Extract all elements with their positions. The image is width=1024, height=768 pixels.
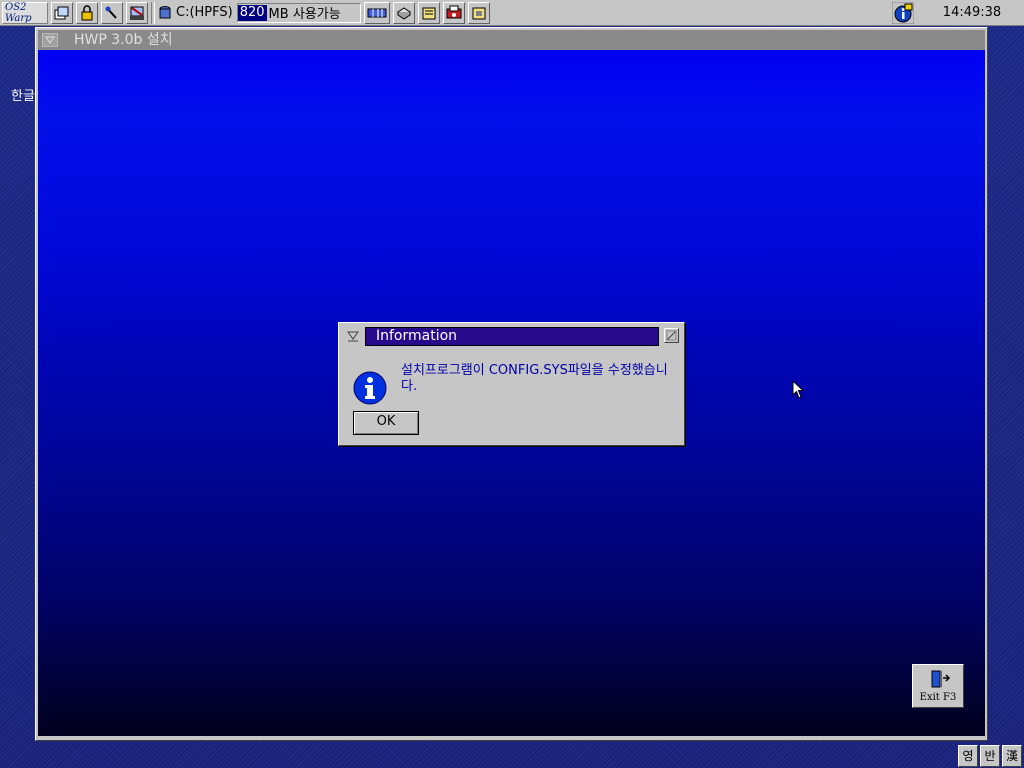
find-icon[interactable] (101, 1, 123, 24)
dialog-close-button[interactable] (664, 328, 679, 343)
window-list-icon[interactable] (51, 1, 73, 24)
ime-mode-halfwidth[interactable]: 반 (980, 745, 1000, 767)
exit-door-icon (931, 670, 951, 688)
info-icon (353, 371, 387, 405)
installer-title: HWP 3.0b 설치 (74, 32, 173, 48)
ime-mode-hanja[interactable]: 漢 (1002, 745, 1022, 767)
exit-button[interactable]: Exit F3 (912, 664, 964, 708)
launchpad-bar: OS2 Warp C:(HPFS) 820 MB 사용가능 14:49:38 (0, 0, 1024, 26)
free-space-label: MB 사용가능 (268, 7, 341, 22)
lock-icon[interactable] (76, 1, 98, 24)
drive-icon[interactable] (158, 5, 172, 21)
installer-title-bar[interactable]: HWP 3.0b 설치 (38, 30, 985, 50)
free-space-indicator: 820 MB 사용가능 (236, 2, 361, 23)
folder2-icon[interactable] (467, 1, 490, 24)
dialog-title: Information (376, 328, 458, 344)
fax-icon[interactable] (442, 1, 465, 24)
dialog-title-bar[interactable]: Information (365, 327, 659, 346)
exit-button-label: Exit F3 (919, 692, 957, 703)
os2-logo[interactable]: OS2 Warp (2, 1, 48, 24)
close-icon (666, 330, 677, 341)
folder-icon[interactable] (417, 1, 440, 24)
mouse-cursor-icon (792, 380, 805, 399)
ok-button[interactable]: OK (353, 411, 419, 435)
ime-indicator: 영 반 漢 (956, 745, 1022, 767)
clock: 14:49:38 (942, 5, 1002, 20)
memory-icon[interactable] (363, 1, 390, 24)
toolbar-separator (151, 1, 155, 24)
information-dialog: Information 설치프로그램이 CONFIG.SYS파일을 수정했습니다… (338, 322, 685, 446)
printer-icon[interactable] (392, 1, 415, 24)
dialog-system-menu-icon[interactable] (346, 330, 360, 342)
info-center-icon[interactable] (891, 1, 915, 28)
drive-label: C:(HPFS) (176, 5, 233, 20)
free-space-value: 820 (237, 4, 267, 21)
desktop-object-label[interactable]: 한글 (11, 85, 35, 104)
ime-mode-english[interactable]: 영 (958, 745, 978, 767)
system-menu-icon[interactable] (42, 33, 58, 47)
dialog-message: 설치프로그램이 CONFIG.SYS파일을 수정했습니다. (401, 363, 668, 394)
shredder-icon[interactable] (126, 1, 148, 24)
